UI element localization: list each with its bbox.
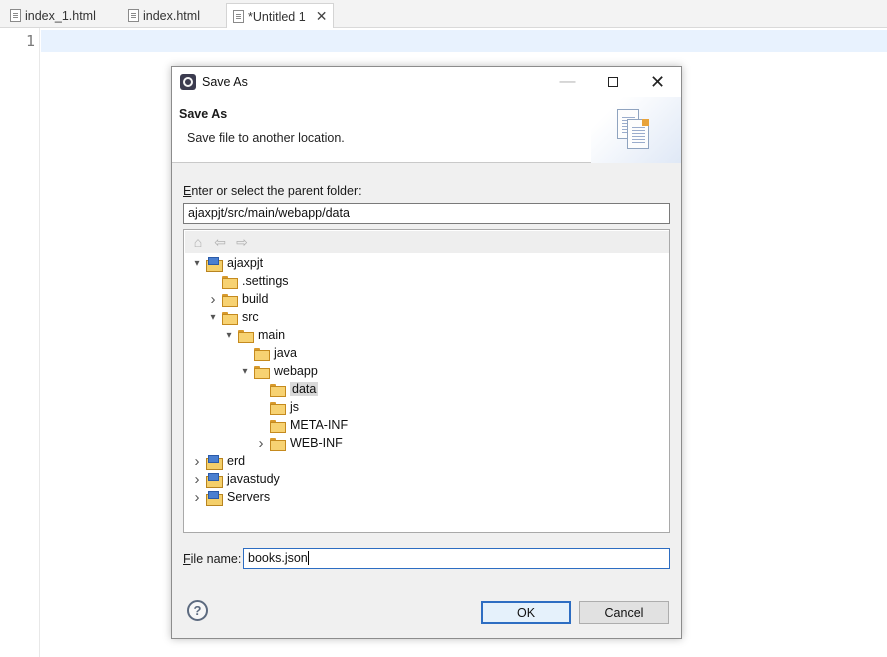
chevron-down-icon[interactable]: ▾ bbox=[190, 256, 204, 270]
maximize-button[interactable] bbox=[590, 67, 635, 97]
folder-icon bbox=[270, 401, 286, 415]
eclipse-app-icon bbox=[180, 74, 196, 90]
tree-item-label: Servers bbox=[227, 490, 271, 504]
tree-item-label: javastudy bbox=[227, 472, 280, 486]
tree-item[interactable]: › erd bbox=[190, 452, 245, 470]
html-file-icon bbox=[233, 10, 244, 23]
tree-item-label: WEB-INF bbox=[290, 436, 343, 450]
tree-item[interactable]: ›data bbox=[254, 380, 319, 398]
html-file-icon bbox=[128, 9, 139, 22]
back-arrow-icon[interactable]: ⇦ bbox=[212, 234, 228, 250]
tree-item-label: build bbox=[242, 292, 269, 306]
folder-icon bbox=[238, 329, 254, 343]
chevron-right-icon[interactable]: › bbox=[254, 435, 268, 452]
chevron-right-icon[interactable]: › bbox=[190, 453, 204, 470]
tree-item-label: main bbox=[258, 328, 286, 342]
header-title: Save As bbox=[179, 107, 228, 121]
maximize-icon bbox=[607, 77, 618, 87]
tab-index-1-html[interactable]: index_1.html bbox=[4, 3, 102, 28]
tree-item[interactable]: ▾ ajaxpjt bbox=[190, 254, 263, 272]
tree-item[interactable]: ›js bbox=[254, 398, 299, 416]
document-icon bbox=[627, 119, 649, 149]
editor-tab-bar: index_1.html index.html *Untitled 1 ✕ bbox=[0, 0, 887, 29]
tree-item[interactable]: ›java bbox=[238, 344, 297, 362]
tab-untitled-1[interactable]: *Untitled 1 ✕ bbox=[226, 3, 335, 29]
folder-icon bbox=[254, 365, 270, 379]
tree-item[interactable]: › build bbox=[206, 290, 269, 308]
tree-item[interactable]: ▾ main bbox=[222, 326, 285, 344]
file-name-label: File name: bbox=[183, 552, 241, 566]
dialog-title: Save As bbox=[202, 75, 248, 89]
project-icon bbox=[206, 490, 223, 506]
folder-icon bbox=[222, 275, 238, 289]
folder-icon bbox=[270, 419, 286, 433]
folder-tree[interactable]: ⌂ ⇦ ⇨ ▾ajaxpjt›.settings›build▾src▾main›… bbox=[183, 229, 670, 533]
folder-icon bbox=[222, 311, 238, 325]
tree-item-label: data bbox=[290, 382, 319, 396]
folder-icon bbox=[270, 383, 286, 397]
label-text: ile name: bbox=[190, 552, 242, 566]
forward-arrow-icon[interactable]: ⇨ bbox=[234, 234, 250, 250]
html-file-icon bbox=[10, 9, 21, 22]
label-text: nter or select the parent folder: bbox=[191, 184, 362, 198]
save-as-banner-icon bbox=[591, 97, 681, 163]
tree-item-label: .settings bbox=[242, 274, 289, 288]
folder-icon bbox=[270, 437, 286, 451]
tab-index-html[interactable]: index.html bbox=[122, 3, 206, 28]
chevron-right-icon[interactable]: › bbox=[190, 471, 204, 488]
file-name-value: books.json bbox=[248, 551, 308, 565]
tree-item[interactable]: ▾ src bbox=[206, 308, 259, 326]
text-caret bbox=[307, 551, 309, 565]
project-icon bbox=[206, 256, 223, 272]
parent-folder-input[interactable]: ajaxpjt/src/main/webapp/data bbox=[183, 203, 670, 224]
tree-item-label: META-INF bbox=[290, 418, 349, 432]
home-icon[interactable]: ⌂ bbox=[190, 234, 206, 250]
chevron-down-icon[interactable]: ▾ bbox=[222, 328, 236, 342]
parent-folder-label: Enter or select the parent folder: bbox=[183, 184, 362, 198]
chevron-right-icon[interactable]: › bbox=[206, 291, 220, 308]
current-line-highlight bbox=[41, 30, 887, 52]
tree-item[interactable]: › javastudy bbox=[190, 470, 280, 488]
folder-icon bbox=[254, 347, 270, 361]
minimize-button[interactable]: — bbox=[545, 67, 590, 97]
line-number-gutter: 1 bbox=[0, 28, 40, 657]
dialog-header: Save As Save file to another location. bbox=[172, 97, 681, 163]
tree-item[interactable]: ›META-INF bbox=[254, 416, 348, 434]
tree-item-label: js bbox=[290, 400, 300, 414]
close-button[interactable]: ✕ bbox=[635, 67, 680, 97]
cancel-button[interactable]: Cancel bbox=[579, 601, 669, 624]
chevron-down-icon[interactable]: ▾ bbox=[206, 310, 220, 324]
chevron-right-icon[interactable]: › bbox=[190, 489, 204, 506]
tree-item[interactable]: ›.settings bbox=[206, 272, 289, 290]
line-number: 1 bbox=[25, 32, 35, 50]
accelerator-key: F bbox=[183, 552, 191, 566]
tree-item[interactable]: › WEB-INF bbox=[254, 434, 343, 452]
close-tab-icon[interactable]: ✕ bbox=[316, 8, 328, 25]
help-button[interactable]: ? bbox=[187, 600, 208, 621]
tab-label: index_1.html bbox=[25, 8, 96, 23]
project-icon bbox=[206, 454, 223, 470]
save-as-dialog: Save As — ✕ Save As Save file to another… bbox=[171, 66, 682, 639]
project-icon bbox=[206, 472, 223, 488]
header-description: Save file to another location. bbox=[187, 131, 345, 145]
folder-icon bbox=[222, 293, 238, 307]
tree-item-label: src bbox=[242, 310, 259, 324]
tree-toolbar: ⌂ ⇦ ⇨ bbox=[185, 231, 669, 253]
chevron-down-icon[interactable]: ▾ bbox=[238, 364, 252, 378]
tab-label: *Untitled 1 bbox=[248, 9, 306, 24]
file-name-input[interactable]: books.json bbox=[243, 548, 670, 569]
tree-item-label: java bbox=[274, 346, 297, 360]
tree-item-label: webapp bbox=[274, 364, 318, 378]
tab-label: index.html bbox=[143, 8, 200, 23]
tree-item[interactable]: › Servers bbox=[190, 488, 270, 506]
tree-item-label: ajaxpjt bbox=[227, 256, 264, 270]
dialog-titlebar[interactable]: Save As — ✕ bbox=[172, 67, 681, 97]
tree-item[interactable]: ▾ webapp bbox=[238, 362, 318, 380]
tree-item-label: erd bbox=[227, 454, 246, 468]
ok-button[interactable]: OK bbox=[481, 601, 571, 624]
